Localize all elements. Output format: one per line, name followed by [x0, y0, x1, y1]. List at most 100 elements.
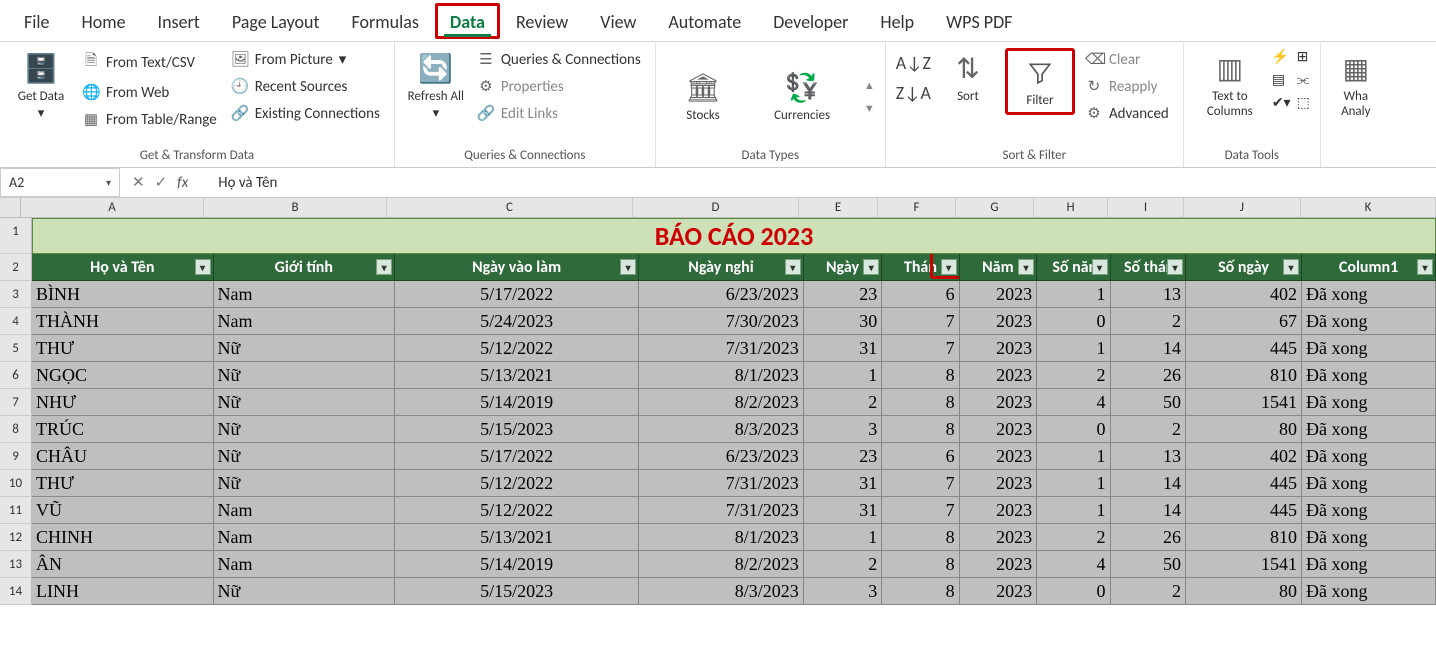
- cell-B6[interactable]: Nữ: [214, 362, 396, 389]
- cell-J12[interactable]: 810: [1186, 524, 1302, 551]
- cell-I14[interactable]: 2: [1111, 578, 1186, 605]
- cell-D11[interactable]: 7/31/2023: [639, 497, 804, 524]
- cell-F12[interactable]: 8: [882, 524, 959, 551]
- sort-asc-icon[interactable]: A↓Z: [896, 52, 931, 74]
- col-header-G[interactable]: G: [956, 198, 1034, 217]
- cell-E6[interactable]: 1: [804, 362, 882, 389]
- cell-D12[interactable]: 8/1/2023: [639, 524, 804, 551]
- row-header-8[interactable]: 8: [0, 416, 32, 443]
- cell-F4[interactable]: 7: [882, 308, 959, 335]
- cell-D13[interactable]: 8/2/2023: [639, 551, 804, 578]
- from-text-csv-button[interactable]: 🗎From Text/CSV: [78, 48, 221, 77]
- cell-B12[interactable]: Nam: [214, 524, 396, 551]
- cell-J4[interactable]: 67: [1186, 308, 1302, 335]
- flash-fill-icon[interactable]: ⚡: [1272, 48, 1291, 65]
- recent-sources-button[interactable]: 🕘Recent Sources: [227, 75, 384, 98]
- filter-dropdown-icon[interactable]: ▾: [863, 259, 879, 275]
- cell-H10[interactable]: 1: [1037, 470, 1110, 497]
- formula-input[interactable]: Họ và Tên: [210, 174, 1436, 192]
- cell-E11[interactable]: 31: [804, 497, 882, 524]
- cell-K3[interactable]: Đã xong: [1302, 281, 1436, 308]
- data-model-icon[interactable]: ⬚: [1297, 94, 1310, 111]
- cell-I6[interactable]: 26: [1111, 362, 1186, 389]
- from-picture-button[interactable]: 🖼From Picture ▾: [227, 48, 384, 71]
- cell-K11[interactable]: Đã xong: [1302, 497, 1436, 524]
- cell-H3[interactable]: 1: [1037, 281, 1110, 308]
- cell-B11[interactable]: Nam: [214, 497, 396, 524]
- cell-H11[interactable]: 1: [1037, 497, 1110, 524]
- cell-K12[interactable]: Đã xong: [1302, 524, 1436, 551]
- cell-G10[interactable]: 2023: [960, 470, 1037, 497]
- relationships-icon[interactable]: ⫘: [1297, 71, 1310, 88]
- cell-B8[interactable]: Nữ: [214, 416, 396, 443]
- col-header-J[interactable]: J: [1184, 198, 1301, 217]
- cell-B10[interactable]: Nữ: [214, 470, 396, 497]
- cell-A13[interactable]: ÂN: [32, 551, 214, 578]
- header-giới-tính[interactable]: Giới tính▾: [214, 254, 396, 281]
- cell-G5[interactable]: 2023: [960, 335, 1037, 362]
- cell-F10[interactable]: 7: [882, 470, 959, 497]
- row-header-13[interactable]: 13: [0, 551, 32, 578]
- cell-K10[interactable]: Đã xong: [1302, 470, 1436, 497]
- cell-A14[interactable]: LINH: [32, 578, 214, 605]
- cell-J8[interactable]: 80: [1186, 416, 1302, 443]
- cell-B9[interactable]: Nữ: [214, 443, 396, 470]
- remove-dup-icon[interactable]: ▤: [1272, 71, 1291, 88]
- sort-desc-icon[interactable]: Z↓A: [896, 82, 931, 104]
- cell-I11[interactable]: 14: [1111, 497, 1186, 524]
- cell-H8[interactable]: 0: [1037, 416, 1110, 443]
- header-column1[interactable]: Column1▾: [1302, 254, 1436, 281]
- cell-G13[interactable]: 2023: [960, 551, 1037, 578]
- grid[interactable]: BÁO CÁO 2023Họ và Tên▾Giới tính▾Ngày vào…: [32, 218, 1436, 605]
- cell-I5[interactable]: 14: [1111, 335, 1186, 362]
- cell-D5[interactable]: 7/31/2023: [639, 335, 804, 362]
- col-header-F[interactable]: F: [878, 198, 956, 217]
- filter-dropdown-icon[interactable]: ▾: [1417, 259, 1433, 275]
- enter-icon[interactable]: ✓: [155, 173, 168, 192]
- cell-E3[interactable]: 23: [804, 281, 882, 308]
- cell-F9[interactable]: 6: [882, 443, 959, 470]
- cell-D9[interactable]: 6/23/2023: [639, 443, 804, 470]
- cell-I10[interactable]: 14: [1111, 470, 1186, 497]
- from-web-button[interactable]: 🌐From Web: [78, 81, 221, 104]
- cell-F5[interactable]: 7: [882, 335, 959, 362]
- row-header-1[interactable]: 1: [0, 218, 32, 254]
- row-header-5[interactable]: 5: [0, 335, 32, 362]
- cell-D6[interactable]: 8/1/2023: [639, 362, 804, 389]
- row-header-12[interactable]: 12: [0, 524, 32, 551]
- row-header-11[interactable]: 11: [0, 497, 32, 524]
- cell-F11[interactable]: 7: [882, 497, 959, 524]
- row-header-4[interactable]: 4: [0, 308, 32, 335]
- cell-A5[interactable]: THƯ: [32, 335, 214, 362]
- cell-G7[interactable]: 2023: [960, 389, 1037, 416]
- col-header-E[interactable]: E: [799, 198, 878, 217]
- col-header-B[interactable]: B: [204, 198, 387, 217]
- header-họ-và-tên[interactable]: Họ và Tên▾: [32, 254, 214, 281]
- tab-data[interactable]: Data: [435, 3, 500, 39]
- cell-B4[interactable]: Nam: [214, 308, 396, 335]
- cell-C5[interactable]: 5/12/2022: [395, 335, 639, 362]
- cell-B7[interactable]: Nữ: [214, 389, 396, 416]
- tab-insert[interactable]: Insert: [142, 3, 216, 39]
- header-số-tháng[interactable]: Số thár▾: [1111, 254, 1186, 281]
- text-to-columns-button[interactable]: ▥ Text to Columns: [1194, 48, 1266, 122]
- consolidate-icon[interactable]: ⊞: [1297, 48, 1310, 65]
- col-header-A[interactable]: A: [21, 198, 204, 217]
- cell-G11[interactable]: 2023: [960, 497, 1037, 524]
- row-header-7[interactable]: 7: [0, 389, 32, 416]
- tab-formulas[interactable]: Formulas: [336, 3, 435, 39]
- cell-D8[interactable]: 8/3/2023: [639, 416, 804, 443]
- cell-C4[interactable]: 5/24/2023: [395, 308, 639, 335]
- existing-connections-button[interactable]: 🔗Existing Connections: [227, 102, 384, 125]
- cell-I4[interactable]: 2: [1111, 308, 1186, 335]
- edit-links-button[interactable]: 🔗Edit Links: [473, 102, 645, 125]
- cell-G6[interactable]: 2023: [960, 362, 1037, 389]
- cell-H14[interactable]: 0: [1037, 578, 1110, 605]
- cell-J13[interactable]: 1541: [1186, 551, 1302, 578]
- cell-A12[interactable]: CHINH: [32, 524, 214, 551]
- cell-C13[interactable]: 5/14/2019: [395, 551, 639, 578]
- cell-H5[interactable]: 1: [1037, 335, 1110, 362]
- cell-K7[interactable]: Đã xong: [1302, 389, 1436, 416]
- cell-A3[interactable]: BÌNH: [32, 281, 214, 308]
- cell-I8[interactable]: 2: [1111, 416, 1186, 443]
